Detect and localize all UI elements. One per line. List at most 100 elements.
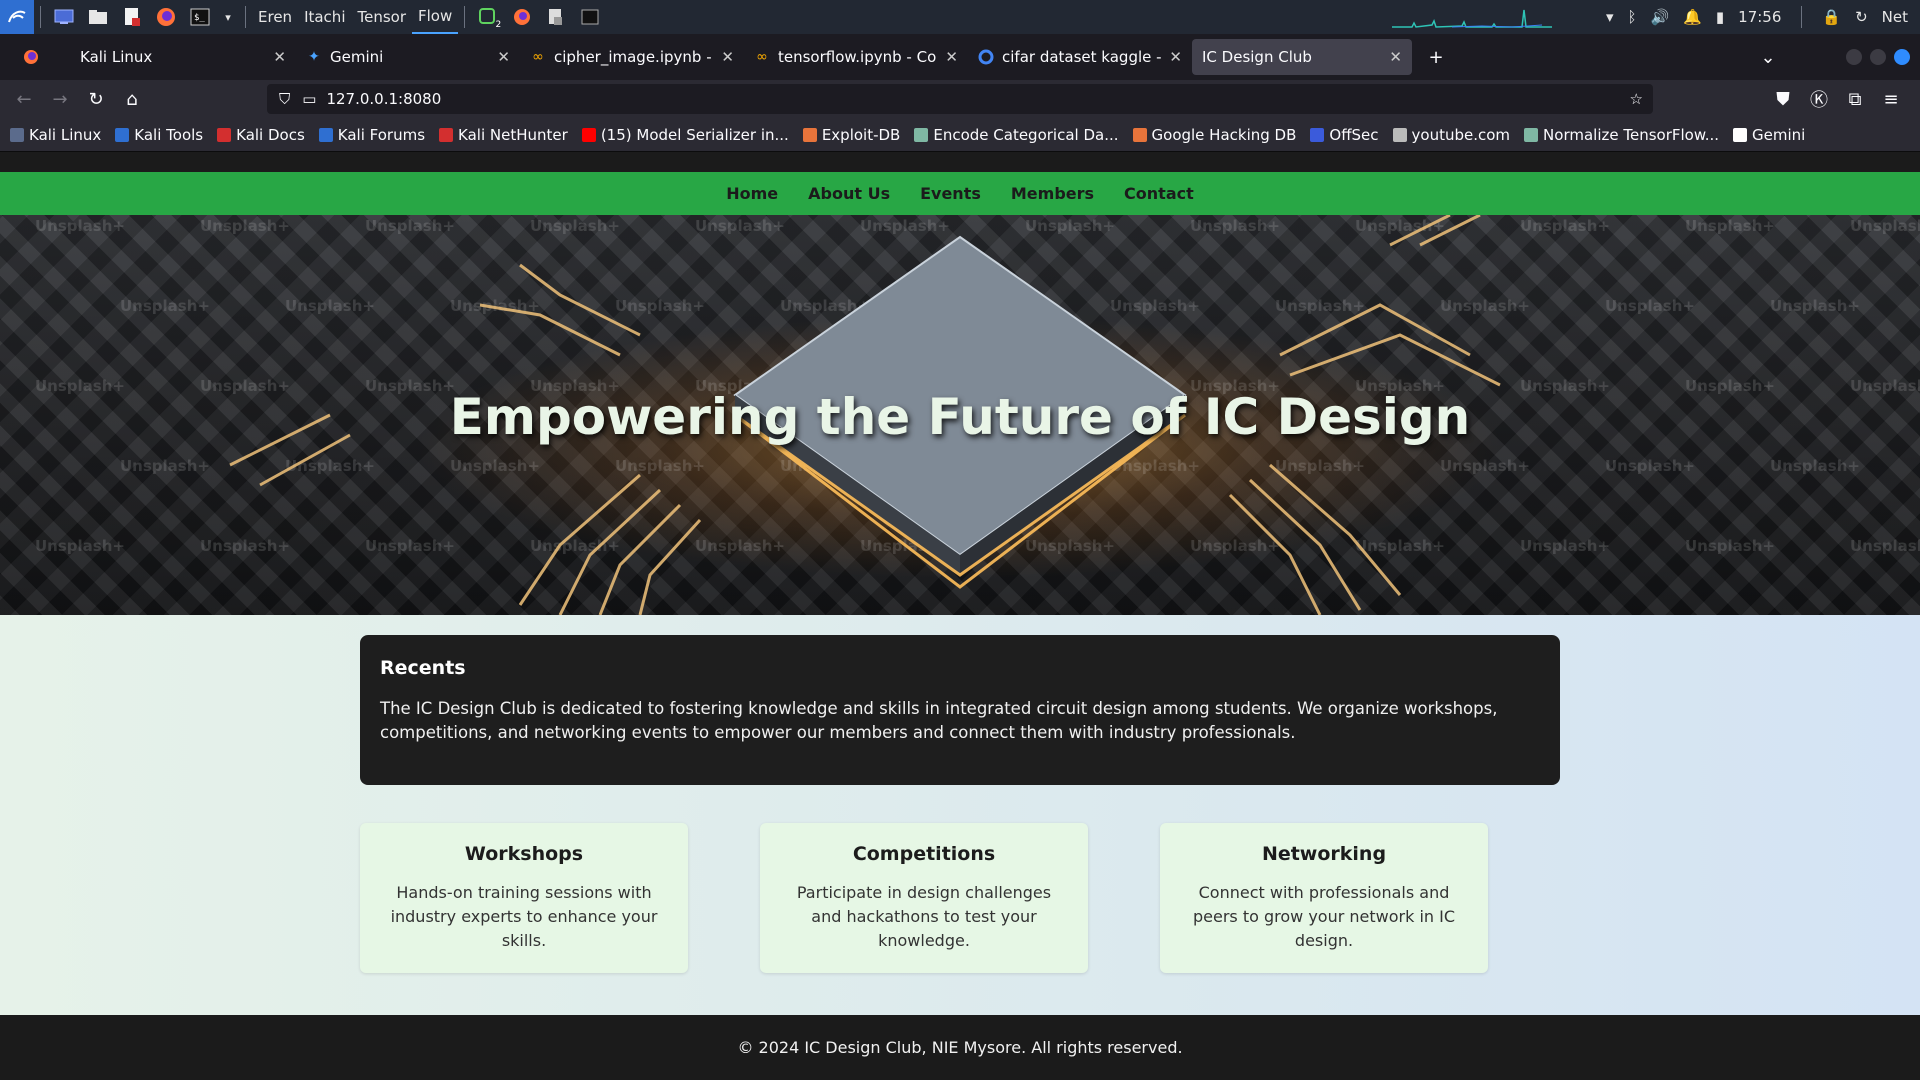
shield-icon[interactable]: ⛉ [279, 90, 290, 108]
tab-gemini[interactable]: ✦ Gemini ✕ [296, 39, 520, 75]
close-icon[interactable]: ✕ [1169, 48, 1182, 66]
text-editor-icon[interactable] [119, 4, 145, 30]
close-icon[interactable]: ✕ [945, 48, 958, 66]
bookmark-favicon-icon [10, 127, 24, 142]
close-icon[interactable]: ✕ [273, 48, 286, 66]
forward-button[interactable]: → [42, 84, 78, 114]
tab-cipher-image[interactable]: ∞ cipher_image.ipynb - Cola ✕ [520, 39, 744, 75]
menu-icon[interactable]: ≡ [1878, 84, 1904, 114]
home-button[interactable]: ⌂ [114, 84, 150, 114]
workspace-flow[interactable]: Flow [412, 0, 459, 34]
bookmark-item[interactable]: Gemini [1733, 126, 1805, 144]
tab-tensorflow[interactable]: ∞ tensorflow.ipynb - Colab ✕ [744, 39, 968, 75]
firefox-icon[interactable] [153, 4, 179, 30]
window-controls [1846, 49, 1910, 65]
terminal-task-icon[interactable] [577, 4, 603, 30]
bookmark-item[interactable]: Exploit-DB [802, 126, 900, 144]
close-icon[interactable]: ✕ [1389, 48, 1402, 66]
url-bar[interactable]: ⛉ ▭ 127.0.0.1:8080 ☆ [267, 84, 1653, 114]
tab-ic-design-club[interactable]: IC Design Club ✕ [1192, 39, 1412, 75]
file-manager-icon[interactable] [85, 4, 111, 30]
tab-title: cifar dataset kaggle - Goo [1002, 48, 1162, 66]
firefox-task-icon[interactable] [509, 4, 535, 30]
nav-events[interactable]: Events [920, 184, 981, 203]
browser-tab-bar: Kali Linux ✕ ✦ Gemini ✕ ∞ cipher_image.i… [0, 34, 1920, 80]
bookmark-item[interactable]: Encode Categorical Da... [914, 126, 1119, 144]
chevron-down-icon[interactable]: ▾ [221, 4, 235, 30]
close-window-button[interactable] [1894, 49, 1910, 65]
close-icon[interactable]: ✕ [721, 48, 734, 66]
bookmark-item[interactable]: (15) Model Serializer in... [581, 126, 789, 144]
kali-menu-icon[interactable] [0, 0, 34, 34]
nav-contact[interactable]: Contact [1124, 184, 1194, 203]
card-text: Participate in design challenges and hac… [796, 883, 1052, 950]
colab-icon: ∞ [532, 49, 544, 65]
maximize-button[interactable] [1870, 49, 1886, 65]
bookmark-item[interactable]: OffSec [1310, 125, 1379, 144]
url-text[interactable]: 127.0.0.1:8080 [326, 90, 441, 108]
notification-count: 2 [495, 20, 502, 30]
gemini-icon: ✦ [308, 49, 320, 65]
panel-separator [1801, 6, 1803, 28]
toolbar-right: ⛊ Ⓚ ⧉ ≡ [1770, 84, 1904, 114]
network-label[interactable]: Net [1882, 8, 1908, 26]
bell-icon[interactable]: 🔔 [1683, 8, 1702, 26]
bookmark-item[interactable]: Kali Tools [115, 126, 203, 144]
nav-about-us[interactable]: About Us [808, 184, 890, 203]
bookmark-favicon-icon [1524, 127, 1539, 142]
volume-icon[interactable]: 🔊 [1651, 8, 1670, 26]
bluetooth-icon[interactable]: ᛒ [1628, 8, 1637, 26]
card-workshops: Workshops Hands-on training sessions wit… [360, 823, 688, 973]
task-manager-icon[interactable]: 2 [475, 4, 501, 30]
bookmark-item[interactable]: Kali Forums [318, 125, 426, 144]
bookmark-favicon-icon [802, 127, 817, 142]
lock-icon[interactable]: 🔒 [1822, 8, 1841, 26]
battery-icon[interactable]: ▮ [1716, 8, 1724, 26]
account-icon[interactable]: Ⓚ [1806, 84, 1832, 114]
workspace-tensor[interactable]: Tensor [351, 0, 412, 34]
bookmark-star-icon[interactable]: ☆ [1630, 90, 1643, 108]
google-icon [978, 49, 994, 65]
bookmark-item[interactable]: Normalize TensorFlow... [1524, 126, 1719, 144]
extensions-icon[interactable]: ⧉ [1842, 84, 1868, 114]
list-all-tabs-icon[interactable]: ⌄ [1750, 42, 1786, 72]
reload-button[interactable]: ↻ [78, 84, 114, 114]
nav-home[interactable]: Home [726, 184, 778, 203]
page-viewport: Home About Us Events Members Contact Uns… [0, 152, 1920, 1080]
bookmark-item[interactable]: Kali NetHunter [439, 126, 568, 144]
bookmark-item[interactable]: youtube.com [1392, 126, 1510, 144]
card-title: Competitions [852, 843, 996, 865]
back-button[interactable]: ← [6, 84, 42, 114]
bookmark-label: Kali NetHunter [458, 125, 568, 144]
tab-firefox-view[interactable] [0, 39, 70, 75]
bookmark-item[interactable]: Kali Linux [10, 126, 101, 144]
nav-members[interactable]: Members [1011, 184, 1094, 203]
clock[interactable]: 17:56 [1738, 8, 1781, 26]
wifi-icon[interactable]: ▾ [1606, 8, 1614, 26]
tab-cifar-kaggle[interactable]: cifar dataset kaggle - Goo ✕ [968, 39, 1192, 75]
bookmark-favicon-icon [581, 127, 596, 142]
bookmark-label: OffSec [1329, 125, 1379, 144]
desktop-icon[interactable] [51, 4, 77, 30]
recents-text: The IC Design Club is dedicated to foste… [380, 699, 1498, 742]
hero-title: Empowering the Future of IC Design [449, 388, 1471, 446]
bookmark-favicon-icon [1392, 127, 1407, 142]
minimize-button[interactable] [1846, 49, 1862, 65]
pocket-icon[interactable]: ⛊ [1770, 84, 1796, 114]
new-tab-button[interactable]: + [1418, 42, 1454, 72]
bookmark-label: Google Hacking DB [1151, 125, 1297, 144]
tab-kali-linux[interactable]: Kali Linux ✕ [70, 39, 296, 75]
card-text: Connect with professionals and peers to … [1192, 883, 1456, 950]
bookmark-favicon-icon [115, 127, 130, 142]
workspace-eren[interactable]: Eren [252, 0, 298, 34]
refresh-network-icon[interactable]: ↻ [1855, 8, 1868, 26]
terminal-icon[interactable]: $_ [187, 4, 213, 30]
recents-title: Recents [380, 657, 466, 679]
bookmark-label: Kali Forums [337, 125, 426, 144]
editor-task-icon[interactable] [543, 4, 569, 30]
bookmark-item[interactable]: Google Hacking DB [1132, 125, 1297, 144]
site-footer: © 2024 IC Design Club, NIE Mysore. All r… [0, 1015, 1920, 1080]
workspace-itachi[interactable]: Itachi [298, 0, 351, 34]
close-icon[interactable]: ✕ [497, 48, 510, 66]
bookmark-item[interactable]: Kali Docs [217, 126, 305, 144]
